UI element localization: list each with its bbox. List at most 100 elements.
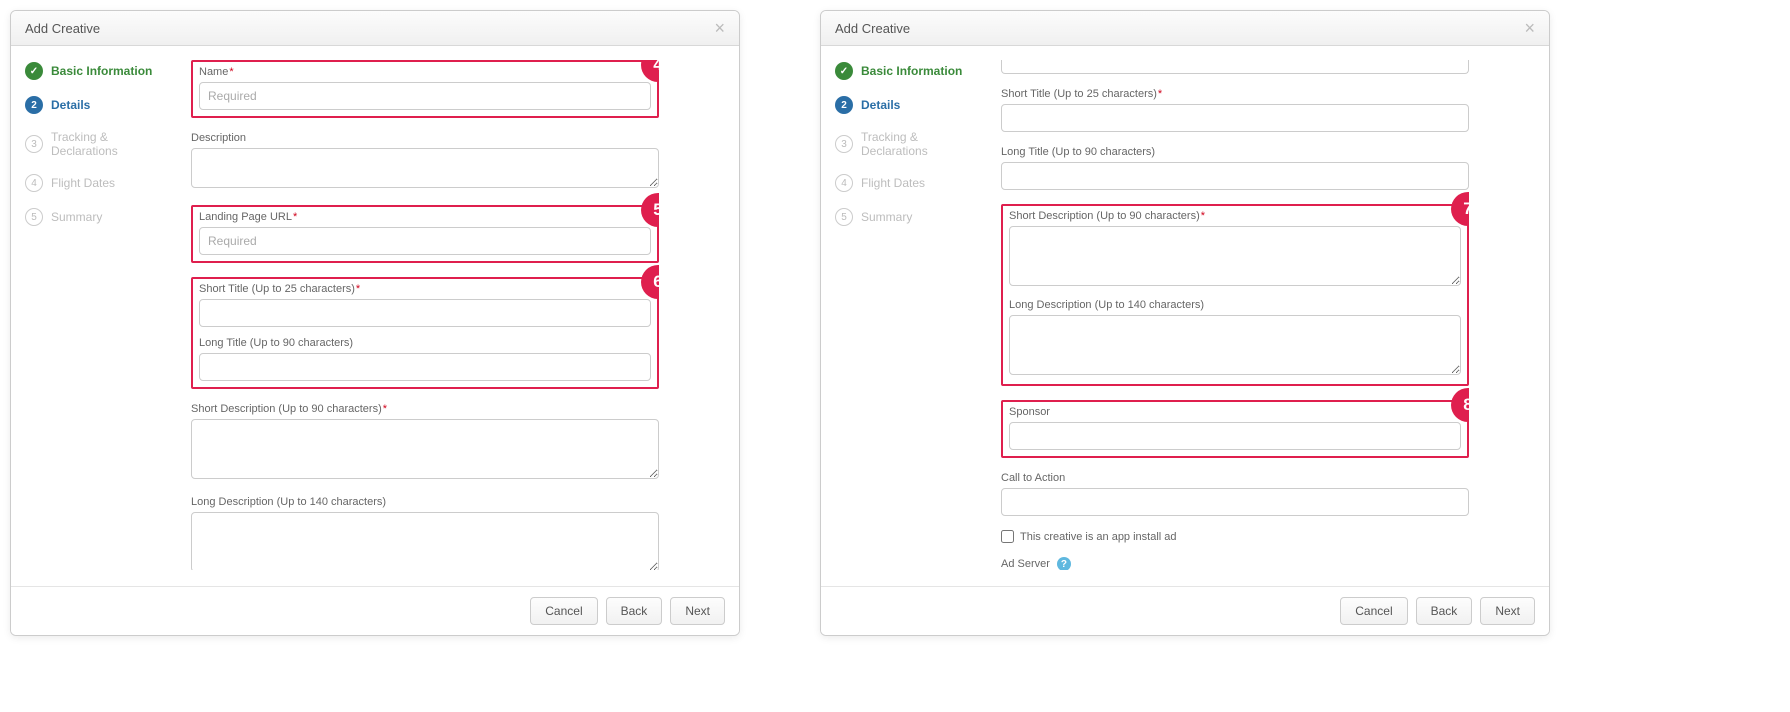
help-icon[interactable]: ? xyxy=(1057,557,1071,570)
long-title-input[interactable] xyxy=(199,353,651,381)
back-button[interactable]: Back xyxy=(606,597,663,625)
wizard-step-summary[interactable]: 5 Summary xyxy=(25,208,171,226)
field-short-desc: Short Description (Up to 90 characters)* xyxy=(1009,210,1461,289)
cancel-button[interactable]: Cancel xyxy=(1340,597,1407,625)
modal-body: ✓ Basic Information 2 Details 3 Tracking… xyxy=(11,46,739,586)
cancel-button[interactable]: Cancel xyxy=(530,597,597,625)
wizard-step-label: Tracking & Declarations xyxy=(861,130,981,158)
highlight-landing-url: 5 Landing Page URL* xyxy=(191,205,659,263)
field-name: Name* xyxy=(199,66,651,110)
step-number-icon: 3 xyxy=(835,135,853,153)
wizard-step-details[interactable]: 2 Details xyxy=(835,96,981,114)
step-number-icon: 2 xyxy=(25,96,43,114)
modal-title: Add Creative xyxy=(25,21,100,36)
long-desc-textarea[interactable] xyxy=(1009,315,1461,375)
highlight-name: 4 Name* xyxy=(191,60,659,118)
wizard-step-label: Flight Dates xyxy=(51,176,115,190)
field-long-title: Long Title (Up to 90 characters) xyxy=(199,337,651,381)
modal-footer: Cancel Back Next xyxy=(11,586,739,635)
step-number-icon: 5 xyxy=(25,208,43,226)
wizard-step-basic-information[interactable]: ✓ Basic Information xyxy=(25,62,171,80)
wizard-step-label: Summary xyxy=(861,210,912,224)
wizard-step-summary[interactable]: 5 Summary xyxy=(835,208,981,226)
app-install-checkbox[interactable] xyxy=(1001,530,1014,543)
field-ad-server: Ad Server ? xyxy=(1001,557,1469,570)
label-long-title: Long Title (Up to 90 characters) xyxy=(1001,146,1469,158)
short-title-input[interactable] xyxy=(199,299,651,327)
cta-input[interactable] xyxy=(1001,488,1469,516)
form-area: Short Title (Up to 25 characters)* Long … xyxy=(991,46,1549,586)
modal-header: Add Creative × xyxy=(11,11,739,46)
label-short-desc: Short Description (Up to 90 characters)* xyxy=(191,403,659,415)
wizard-step-label: Summary xyxy=(51,210,102,224)
form-scroll: Short Title (Up to 25 characters)* Long … xyxy=(1001,60,1469,570)
wizard-step-label: Details xyxy=(861,98,900,112)
wizard-step-tracking[interactable]: 3 Tracking & Declarations xyxy=(835,130,981,158)
field-short-desc: Short Description (Up to 90 characters)* xyxy=(191,403,659,482)
field-short-title: Short Title (Up to 25 characters)* xyxy=(1001,88,1469,132)
step-number-icon: 2 xyxy=(835,96,853,114)
label-long-title: Long Title (Up to 90 characters) xyxy=(199,337,651,349)
long-desc-textarea[interactable] xyxy=(191,512,659,570)
name-input[interactable] xyxy=(199,82,651,110)
label-short-desc: Short Description (Up to 90 characters)* xyxy=(1009,210,1461,222)
add-creative-modal-right: Add Creative × ✓ Basic Information 2 Det… xyxy=(820,10,1550,636)
wizard-step-flight-dates[interactable]: 4 Flight Dates xyxy=(835,174,981,192)
modal-title: Add Creative xyxy=(835,21,910,36)
form-scroll: 4 Name* Description 5 Landing Page URL* xyxy=(191,60,659,570)
next-button[interactable]: Next xyxy=(1480,597,1535,625)
label-long-desc: Long Description (Up to 140 characters) xyxy=(191,496,659,508)
sponsor-input[interactable] xyxy=(1009,422,1461,450)
short-desc-textarea[interactable] xyxy=(1009,226,1461,286)
landing-url-input[interactable] xyxy=(199,227,651,255)
label-ad-server: Ad Server ? xyxy=(1001,557,1469,570)
label-short-title: Short Title (Up to 25 characters)* xyxy=(1001,88,1469,100)
wizard-step-tracking[interactable]: 3 Tracking & Declarations xyxy=(25,130,171,158)
step-number-icon: 4 xyxy=(25,174,43,192)
highlight-descriptions: 7 Short Description (Up to 90 characters… xyxy=(1001,204,1469,386)
next-button[interactable]: Next xyxy=(670,597,725,625)
wizard-step-flight-dates[interactable]: 4 Flight Dates xyxy=(25,174,171,192)
step-number-icon: 4 xyxy=(835,174,853,192)
short-title-input[interactable] xyxy=(1001,104,1469,132)
modal-header: Add Creative × xyxy=(821,11,1549,46)
label-sponsor: Sponsor xyxy=(1009,406,1461,418)
wizard-nav: ✓ Basic Information 2 Details 3 Tracking… xyxy=(11,46,181,586)
highlight-titles: 6 Short Title (Up to 25 characters)* Lon… xyxy=(191,277,659,389)
long-title-input[interactable] xyxy=(1001,162,1469,190)
field-long-title: Long Title (Up to 90 characters) xyxy=(1001,146,1469,190)
wizard-step-details[interactable]: 2 Details xyxy=(25,96,171,114)
label-cta: Call to Action xyxy=(1001,472,1469,484)
wizard-step-basic-information[interactable]: ✓ Basic Information xyxy=(835,62,981,80)
description-textarea[interactable] xyxy=(191,148,659,188)
short-desc-textarea[interactable] xyxy=(191,419,659,479)
add-creative-modal-left: Add Creative × ✓ Basic Information 2 Det… xyxy=(10,10,740,636)
field-cta: Call to Action xyxy=(1001,472,1469,516)
field-long-desc: Long Description (Up to 140 characters) xyxy=(191,496,659,570)
partial-scrolled-input[interactable] xyxy=(1001,60,1469,74)
close-icon[interactable]: × xyxy=(714,19,725,37)
wizard-step-label: Flight Dates xyxy=(861,176,925,190)
back-button[interactable]: Back xyxy=(1416,597,1473,625)
field-landing-url: Landing Page URL* xyxy=(199,211,651,255)
close-icon[interactable]: × xyxy=(1524,19,1535,37)
field-sponsor: Sponsor xyxy=(1009,406,1461,450)
wizard-step-label: Basic Information xyxy=(861,64,962,78)
wizard-step-label: Basic Information xyxy=(51,64,152,78)
wizard-step-label: Tracking & Declarations xyxy=(51,130,171,158)
modal-footer: Cancel Back Next xyxy=(821,586,1549,635)
app-install-label: This creative is an app install ad xyxy=(1020,531,1177,543)
highlight-sponsor: 8 Sponsor xyxy=(1001,400,1469,458)
checkbox-app-install[interactable]: This creative is an app install ad xyxy=(1001,530,1469,543)
wizard-step-label: Details xyxy=(51,98,90,112)
check-icon: ✓ xyxy=(25,62,43,80)
label-description: Description xyxy=(191,132,659,144)
form-area: 4 Name* Description 5 Landing Page URL* xyxy=(181,46,739,586)
label-long-desc: Long Description (Up to 140 characters) xyxy=(1009,299,1461,311)
modal-body: ✓ Basic Information 2 Details 3 Tracking… xyxy=(821,46,1549,586)
label-short-title: Short Title (Up to 25 characters)* xyxy=(199,283,651,295)
field-short-title: Short Title (Up to 25 characters)* xyxy=(199,283,651,327)
step-number-icon: 5 xyxy=(835,208,853,226)
check-icon: ✓ xyxy=(835,62,853,80)
label-name: Name* xyxy=(199,66,651,78)
